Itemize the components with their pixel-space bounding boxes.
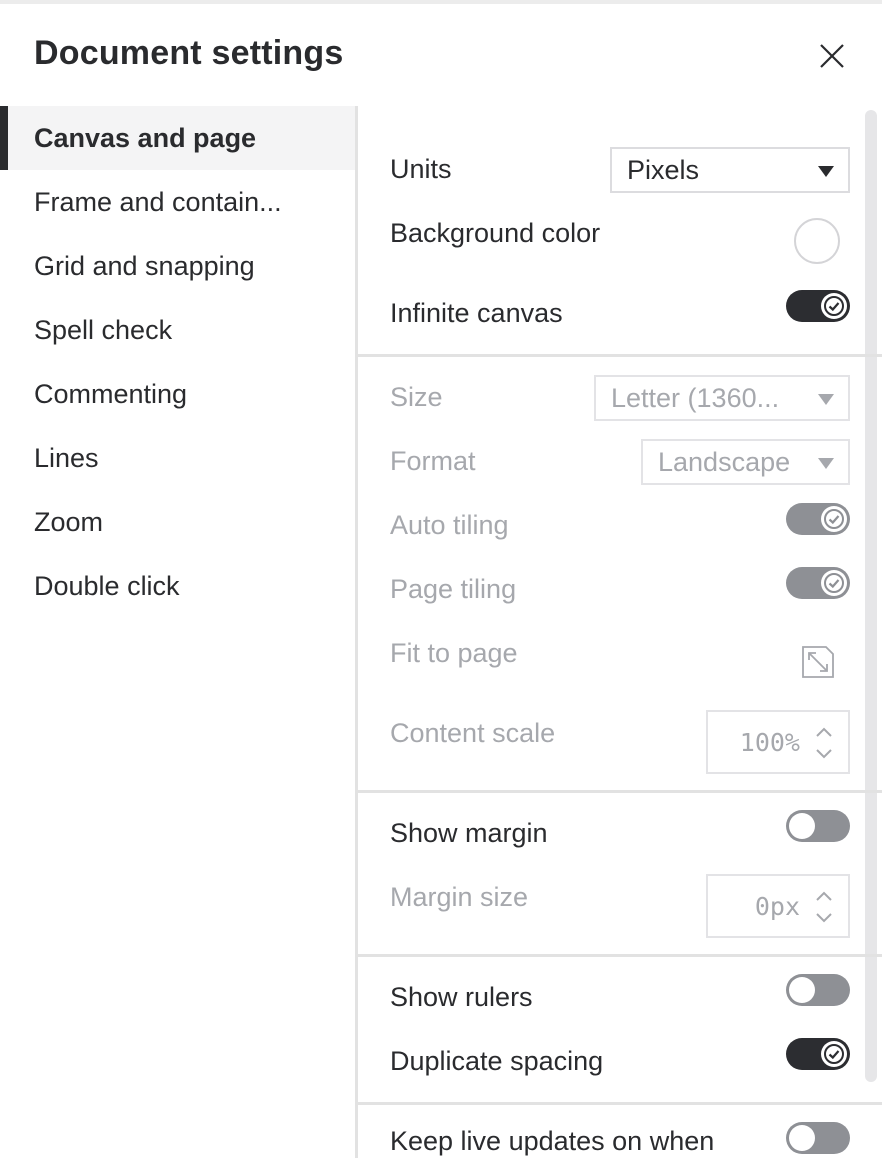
sidebar-item-canvas-and-page[interactable]: Canvas and page (0, 106, 356, 170)
show-margin-label: Show margin (390, 818, 548, 848)
page-tiling-toggle[interactable] (786, 567, 850, 599)
check-icon (821, 506, 847, 532)
sidebar-item-label: Frame and contain... (34, 187, 282, 217)
chevron-down-icon (818, 458, 834, 469)
stepper-arrows-icon[interactable] (814, 888, 834, 926)
section-divider (358, 354, 882, 357)
content-scale-label: Content scale (390, 718, 556, 748)
content-scale-stepper[interactable]: 100% (706, 710, 850, 774)
sidebar-item-label: Zoom (34, 507, 104, 537)
sidebar-item-label: Lines (34, 443, 99, 473)
size-label: Size (390, 382, 443, 412)
dialog-title: Document settings (34, 34, 344, 72)
auto-tiling-toggle[interactable] (786, 503, 850, 535)
duplicate-spacing-toggle[interactable] (786, 1038, 850, 1070)
section-divider (358, 790, 882, 793)
content-scale-value: 100% (739, 728, 800, 757)
format-select[interactable]: Landscape (641, 439, 850, 485)
show-rulers-toggle[interactable] (786, 974, 850, 1006)
show-margin-toggle[interactable] (786, 810, 850, 842)
section-divider (358, 954, 882, 957)
settings-sidebar: Canvas and page Frame and contain... Gri… (0, 106, 356, 1158)
stepper-arrows-icon[interactable] (814, 724, 834, 762)
sidebar-item-label: Grid and snapping (34, 251, 255, 281)
sidebar-item-double-click[interactable]: Double click (0, 554, 356, 618)
page-tiling-label: Page tiling (390, 574, 517, 604)
keep-live-updates-label: Keep live updates on when (390, 1126, 715, 1156)
duplicate-spacing-label: Duplicate spacing (390, 1046, 604, 1076)
margin-size-value: 0px (754, 892, 800, 921)
sidebar-item-frame-and-containers[interactable]: Frame and contain... (0, 170, 356, 234)
keep-live-updates-toggle[interactable] (786, 1122, 850, 1154)
document-settings-dialog: Document settings Canvas and page Frame … (0, 0, 882, 1158)
margin-size-label: Margin size (390, 882, 529, 912)
sidebar-item-spell-check[interactable]: Spell check (0, 298, 356, 362)
panel-scrollbar[interactable] (865, 110, 877, 1082)
sidebar-item-label: Double click (34, 571, 180, 601)
chevron-down-icon (818, 166, 834, 177)
chevron-down-icon (818, 394, 834, 405)
size-select[interactable]: Letter (1360... (594, 375, 850, 421)
infinite-canvas-toggle[interactable] (786, 290, 850, 322)
sidebar-item-label: Commenting (34, 379, 188, 409)
format-label: Format (390, 446, 476, 476)
margin-size-stepper[interactable]: 0px (706, 874, 850, 938)
close-icon[interactable] (816, 40, 848, 72)
units-select[interactable]: Pixels (610, 147, 850, 193)
sidebar-divider (355, 106, 358, 1158)
check-icon (821, 293, 847, 319)
section-divider (358, 1102, 882, 1105)
show-rulers-label: Show rulers (390, 982, 533, 1012)
check-icon (821, 1041, 847, 1067)
sidebar-item-lines[interactable]: Lines (0, 426, 356, 490)
units-value: Pixels (627, 155, 700, 185)
background-color-swatch[interactable] (794, 218, 840, 264)
check-icon (821, 570, 847, 596)
infinite-canvas-label: Infinite canvas (390, 298, 563, 328)
background-color-label: Background color (390, 218, 601, 248)
fit-to-page-label: Fit to page (390, 638, 518, 668)
expand-diagonal-icon[interactable] (800, 644, 836, 680)
sidebar-item-label: Spell check (34, 315, 173, 345)
sidebar-item-zoom[interactable]: Zoom (0, 490, 356, 554)
sidebar-item-grid-and-snapping[interactable]: Grid and snapping (0, 234, 356, 298)
auto-tiling-label: Auto tiling (390, 510, 509, 540)
units-label: Units (390, 154, 452, 184)
sidebar-item-commenting[interactable]: Commenting (0, 362, 356, 426)
format-value: Landscape (658, 447, 791, 477)
sidebar-item-label: Canvas and page (34, 123, 257, 153)
size-value: Letter (1360... (611, 383, 780, 413)
